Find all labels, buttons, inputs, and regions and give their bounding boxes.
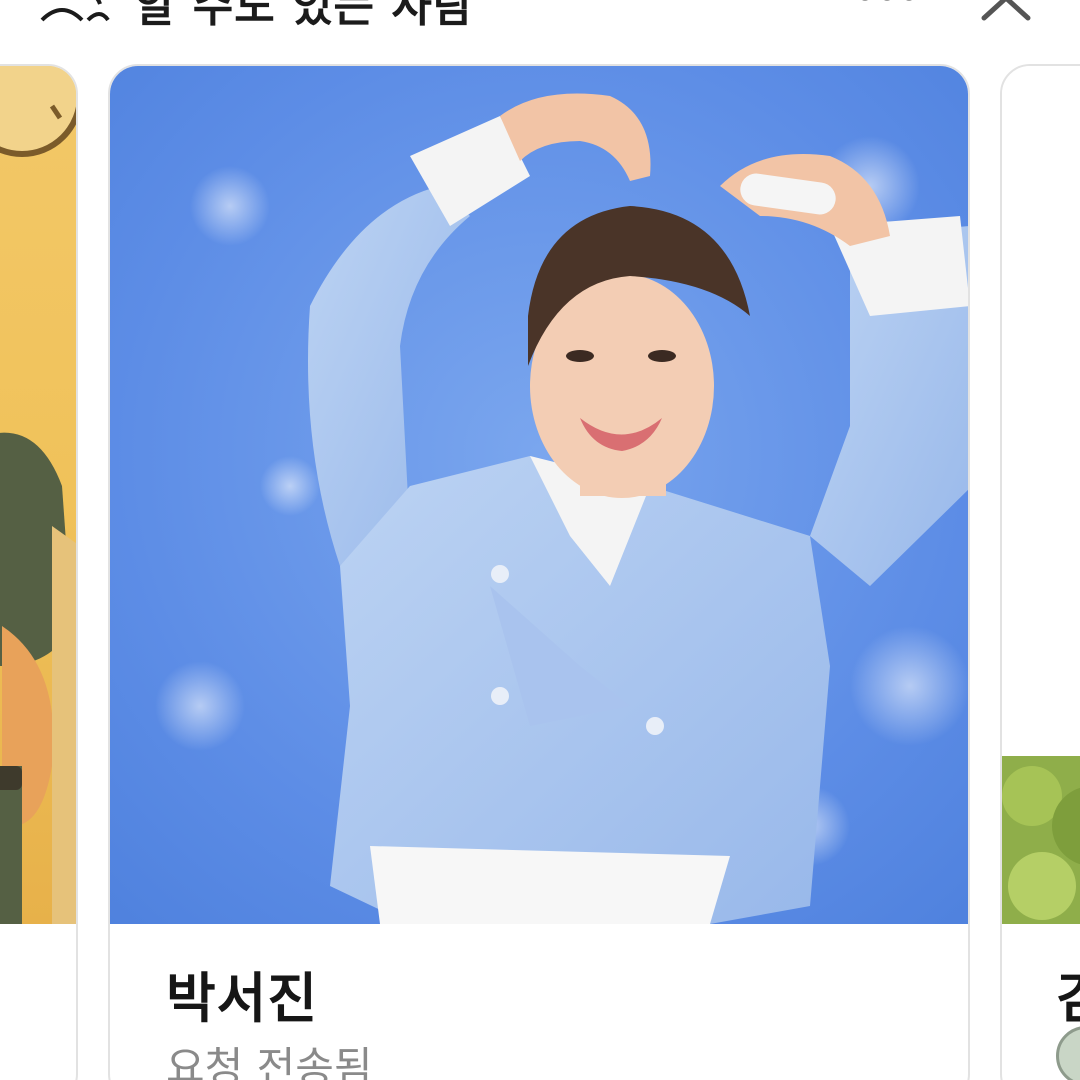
close-icon[interactable] <box>978 0 1034 22</box>
profile-photo <box>0 66 76 924</box>
person-name: 김 <box>1056 954 1080 1033</box>
section-title: 알 수도 있는 사람 <box>135 0 475 32</box>
avatar <box>1056 1026 1080 1080</box>
people-icon <box>40 0 110 22</box>
person-name: 박서진 <box>166 967 319 1030</box>
profile-photo <box>1002 66 1080 924</box>
more-horizontal-icon[interactable] <box>855 0 919 12</box>
suggestion-card[interactable]: 박서진 요청 전송됨 <box>108 64 970 1080</box>
section-header: 알 수도 있는 사람 <box>0 0 1080 40</box>
profile-photo <box>110 66 968 924</box>
suggestion-card-right[interactable]: 김 <box>1000 64 1080 1080</box>
request-status: 요청 전송됨 <box>166 1043 373 1080</box>
suggestion-card-left[interactable] <box>0 64 78 1080</box>
suggestions-screen: 알 수도 있는 사람 박서진 요청 전송됨 <box>0 0 1080 1080</box>
